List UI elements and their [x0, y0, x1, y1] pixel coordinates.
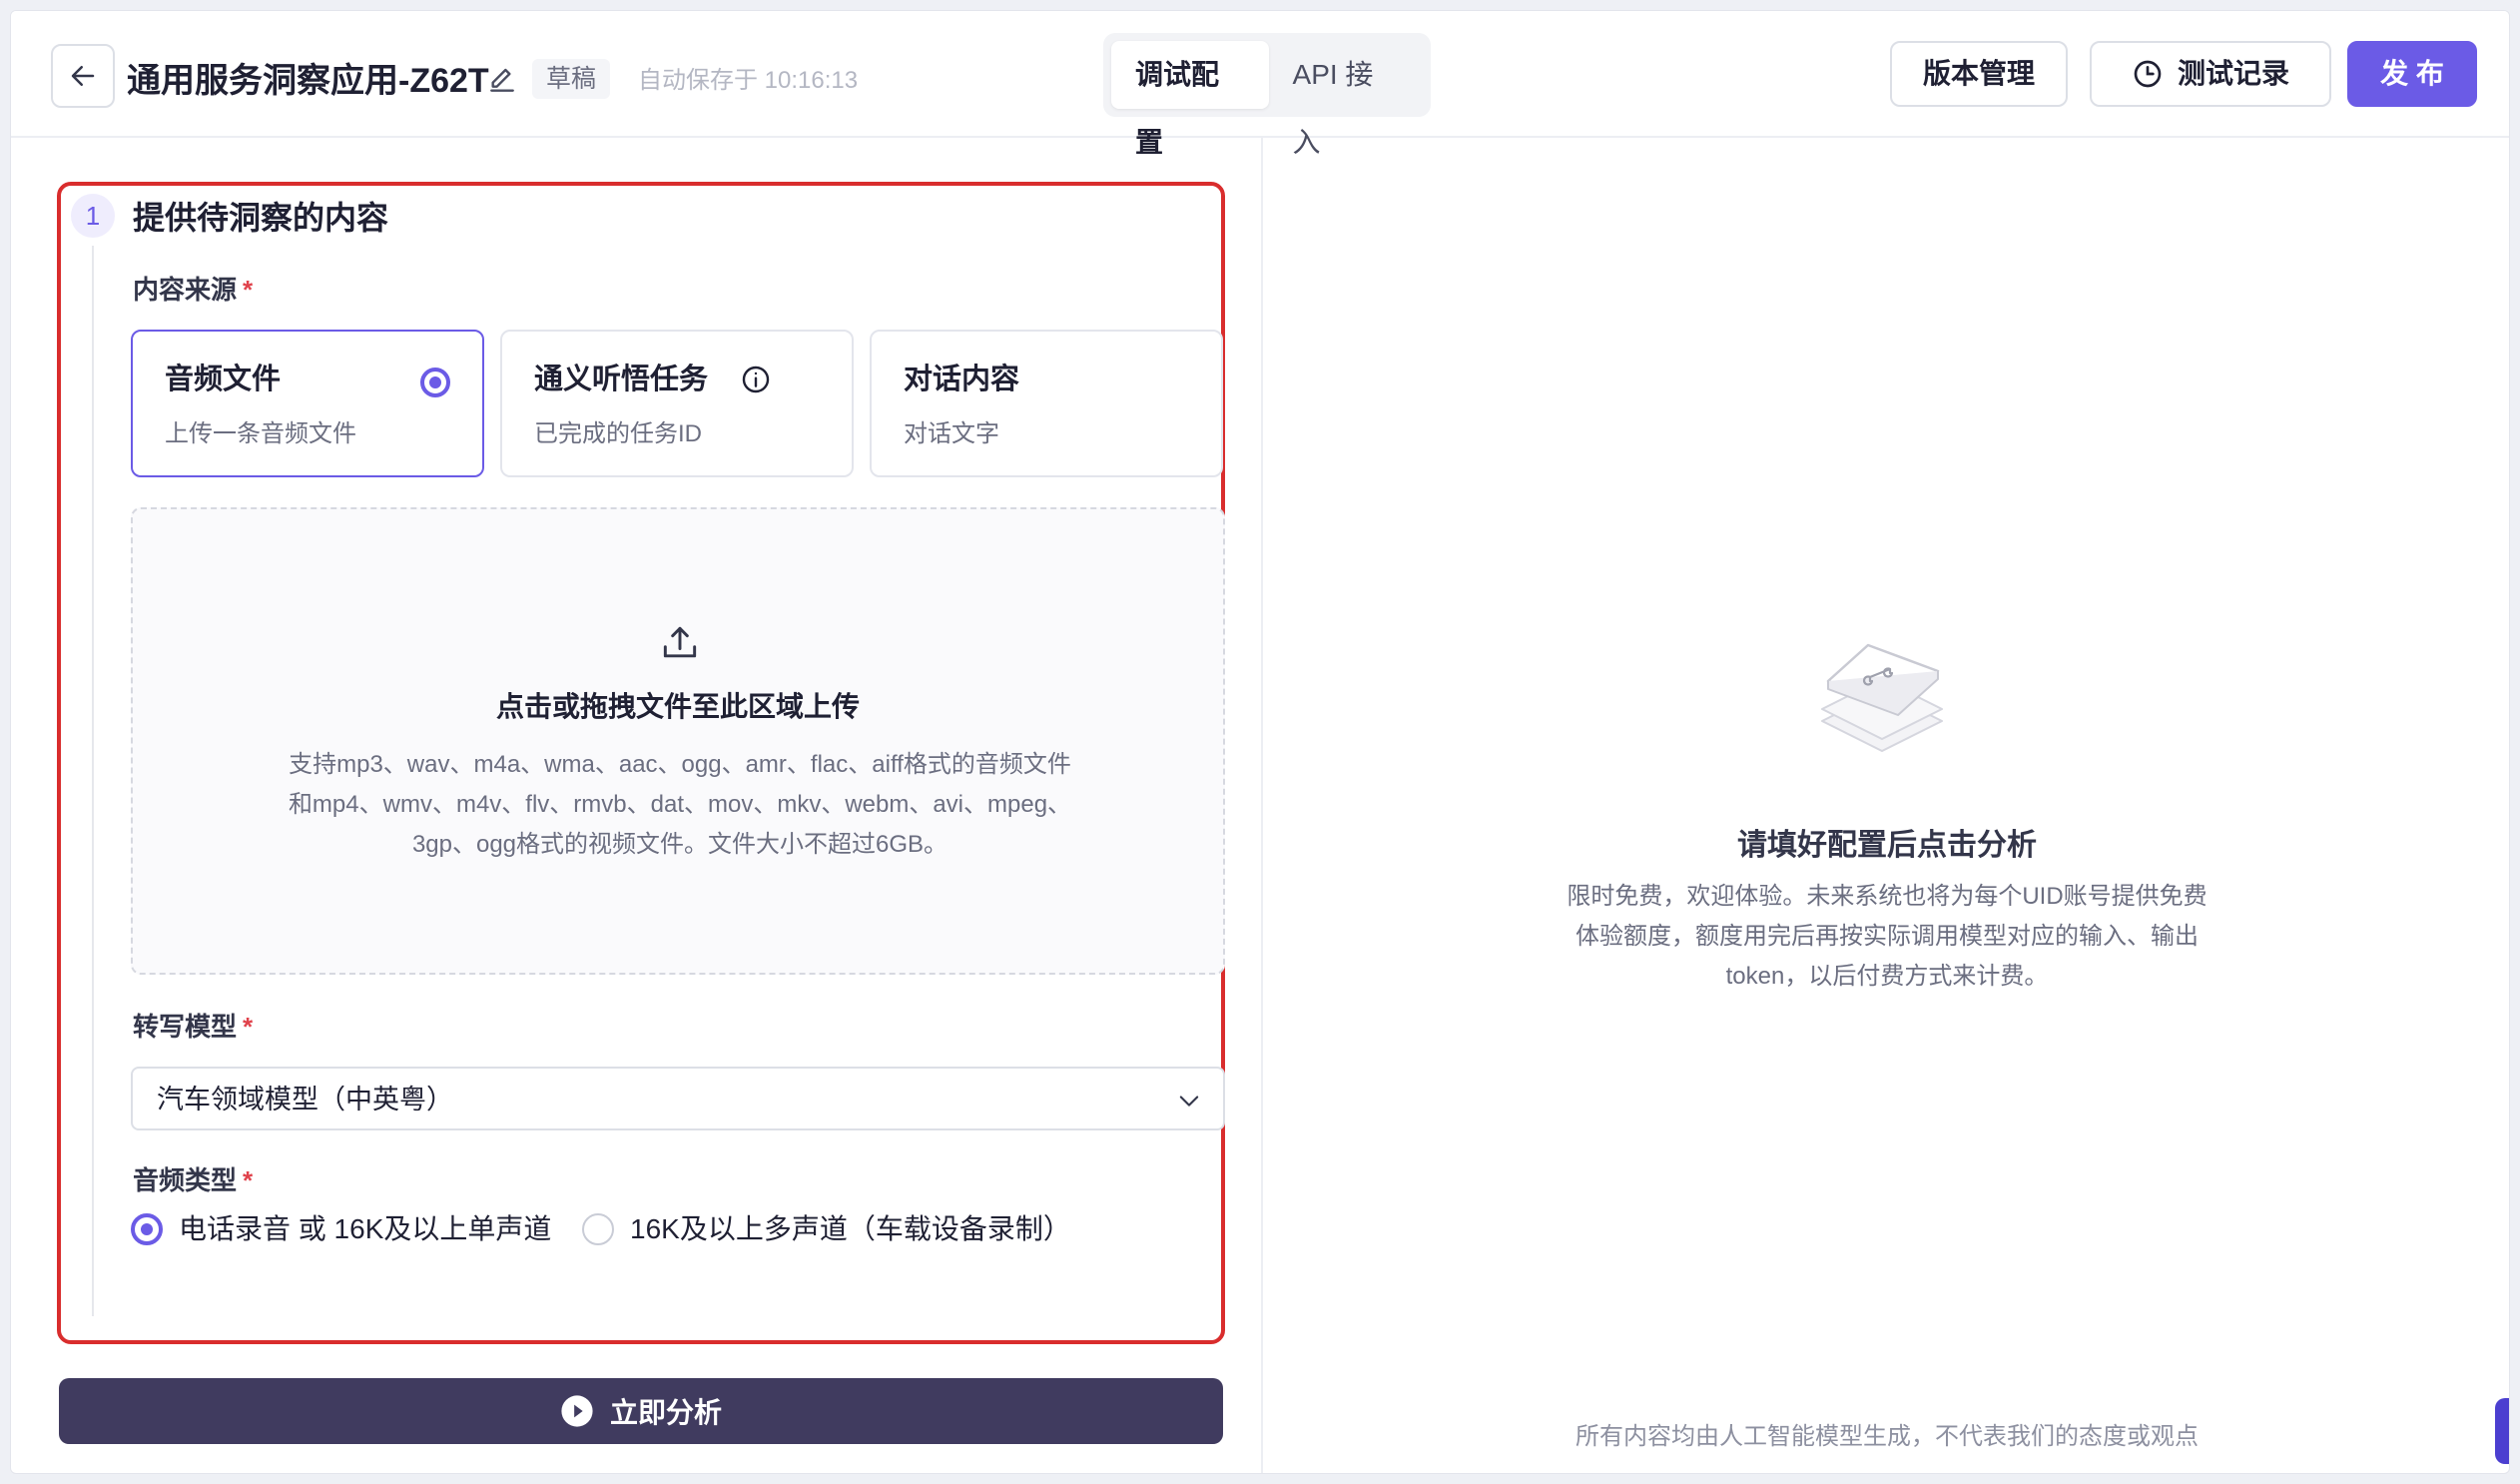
floating-help-tab[interactable] [2495, 1398, 2509, 1464]
play-circle-icon [561, 1395, 593, 1427]
app-window: 通用服务洞察应用-Z62T 草稿 自动保存于 10:16:13 调试配置 API… [10, 10, 2510, 1474]
info-icon[interactable] [740, 364, 772, 395]
audio-type-option-multichannel[interactable]: 16K及以上多声道（车载设备录制） [582, 1212, 1071, 1246]
source-card-title: 音频文件 [165, 364, 282, 395]
config-pane: 1 提供待洞察的内容 内容来源 * 音频文件 上传一条音频文件 通义听悟任务 已完… [11, 138, 1261, 1473]
selected-radio-indicator [420, 368, 450, 397]
source-card-subtitle: 对话文字 [904, 420, 999, 447]
music-file-stack-icon [1821, 643, 1943, 752]
empty-state-description: 限时免费，欢迎体验。未来系统也将为每个UID账号提供免费体验额度，额度用完后再按… [1567, 883, 2207, 990]
transcription-model-select[interactable]: 汽车领域模型（中英粤） [131, 1067, 1225, 1130]
radio-label: 16K及以上多声道（车载设备录制） [630, 1213, 1071, 1244]
source-card-audio-file[interactable]: 音频文件 上传一条音频文件 [131, 330, 484, 477]
step-connector-line [92, 246, 94, 1316]
file-upload-dropzone[interactable]: 点击或拖拽文件至此区域上传 支持mp3、wav、m4a、wma、aac、ogg、… [131, 507, 1225, 975]
autosave-timestamp: 自动保存于 10:16:13 [638, 67, 859, 94]
analyze-now-button[interactable]: 立即分析 [59, 1378, 1223, 1444]
publish-button[interactable]: 发 布 [2347, 41, 2477, 107]
empty-state-title: 请填好配置后点击分析 [1737, 829, 2037, 862]
source-card-tingwu-task[interactable]: 通义听悟任务 已完成的任务ID [500, 330, 854, 477]
back-button[interactable] [51, 44, 115, 108]
analyze-button-label: 立即分析 [609, 1397, 722, 1428]
radio-button[interactable] [582, 1213, 614, 1245]
source-card-subtitle: 已完成的任务ID [534, 420, 702, 447]
tab-debug-config[interactable]: 调试配置 [1111, 41, 1269, 158]
version-management-button[interactable]: 版本管理 [1890, 41, 2068, 107]
upload-description: 支持mp3、wav、m4a、wma、aac、ogg、amr、flac、aiff格… [288, 751, 1072, 858]
ai-disclaimer: 所有内容均由人工智能模型生成，不代表我们的态度或观点 [1575, 1423, 2199, 1450]
step-title: 提供待洞察的内容 [133, 200, 389, 236]
source-card-dialogue[interactable]: 对话内容 对话文字 [870, 330, 1223, 477]
radio-button[interactable] [131, 1213, 163, 1245]
radio-label: 电话录音 或 16K及以上单声道 [179, 1213, 552, 1244]
step-number: 1 [71, 194, 115, 238]
arrow-left-icon [71, 66, 95, 86]
select-value: 汽车领域模型（中英粤） [157, 1085, 453, 1114]
result-pane: 请填好配置后点击分析 限时免费，欢迎体验。未来系统也将为每个UID账号提供免费体… [1263, 138, 2509, 1473]
source-card-title: 对话内容 [904, 364, 1020, 395]
required-mark: * [243, 275, 254, 305]
tab-api-access[interactable]: API 接入 [1269, 41, 1423, 158]
edit-pencil-icon[interactable] [486, 64, 518, 96]
audio-type-option-mono[interactable]: 电话录音 或 16K及以上单声道 [131, 1212, 551, 1246]
required-mark: * [243, 1012, 254, 1042]
app-title: 通用服务洞察应用-Z62T [127, 62, 489, 100]
clock-icon [2134, 60, 2162, 88]
transcription-model-label: 转写模型 * [133, 1012, 254, 1042]
source-card-title: 通义听悟任务 [534, 364, 709, 395]
audio-type-label: 音频类型 * [133, 1165, 254, 1195]
upload-title: 点击或拖拽文件至此区域上传 [495, 691, 860, 722]
test-records-label: 测试记录 [2177, 58, 2289, 89]
source-card-subtitle: 上传一条音频文件 [165, 420, 356, 447]
required-mark: * [243, 1165, 254, 1195]
chevron-down-icon [1179, 1096, 1199, 1107]
mode-tab-group: 调试配置 API 接入 [1103, 33, 1431, 158]
draft-status-badge: 草稿 [532, 59, 611, 99]
content-source-label: 内容来源 * [133, 275, 254, 305]
top-header: 通用服务洞察应用-Z62T 草稿 自动保存于 10:16:13 调试配置 API… [11, 11, 2509, 158]
upload-icon [663, 626, 697, 658]
test-records-button[interactable]: 测试记录 [2090, 41, 2331, 107]
